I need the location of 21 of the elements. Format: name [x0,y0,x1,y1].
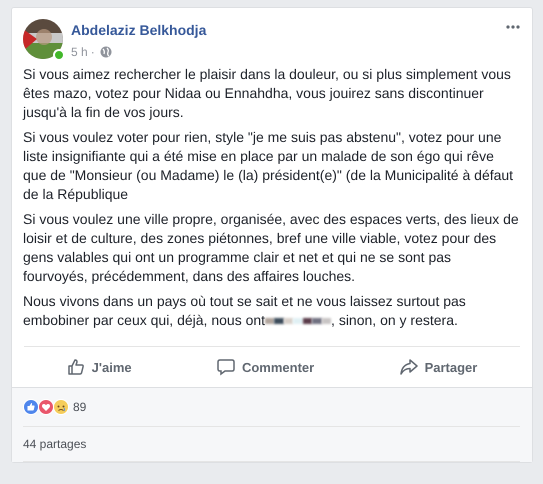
author-name[interactable]: Abdelaziz Belkhodja [71,22,206,38]
more-options-icon[interactable] [506,25,520,29]
globe-icon[interactable] [100,46,112,58]
avatar[interactable] [23,19,63,59]
like-reaction-icon [23,399,39,415]
post-time[interactable]: 5 h [71,45,88,59]
share-count[interactable]: 44 partages [23,427,520,462]
post-paragraph: Nous vivons dans un pays où tout se sait et ne vous laissez surtout pas embobiner par ceux qui, déjà, nous ont , sinon, on y restera. [23,292,467,330]
post-paragraph: Si vous voulez voter pour rien, style "je me suis pas abstenu", votez pour une liste insignifiante qui a été mise en place par un malade de son égo qui rêve que de "Monsieur (ou Madame) le (la) président(e)" (de la Municipalité à défaut de la République [23,128,514,204]
love-reaction-icon [38,399,54,415]
share-arrow-icon [400,358,418,376]
post-paragraph: Si vous voulez une ville propre, organisée, avec des espaces verts, des lieux de loisir et de culture, des zones piétonnes, bref une ville viable, votez pour des gens valables qui ont un programme clair et net et qui ne se sont pas fourvoyés, précédemment, dans des affaires louches. [23,210,519,286]
share-button[interactable]: Partager [392,352,486,382]
reaction-count[interactable]: 89 [73,400,86,414]
comment-button[interactable]: Commenter [208,352,322,382]
separator: · [90,45,95,59]
thumbs-up-icon [66,358,85,376]
speech-bubble-icon [216,358,235,376]
like-button[interactable]: J'aime [58,352,140,382]
post-paragraph: Si vous aimez rechercher le plaisir dans la douleur, ou si plus simplement vous êtes mazo, votez pour Nidaa ou Ennahdha, vous jouirez sans discontinuer jusqu'à la fin de vos jours. [23,65,512,122]
sad-reaction-icon [53,399,69,415]
